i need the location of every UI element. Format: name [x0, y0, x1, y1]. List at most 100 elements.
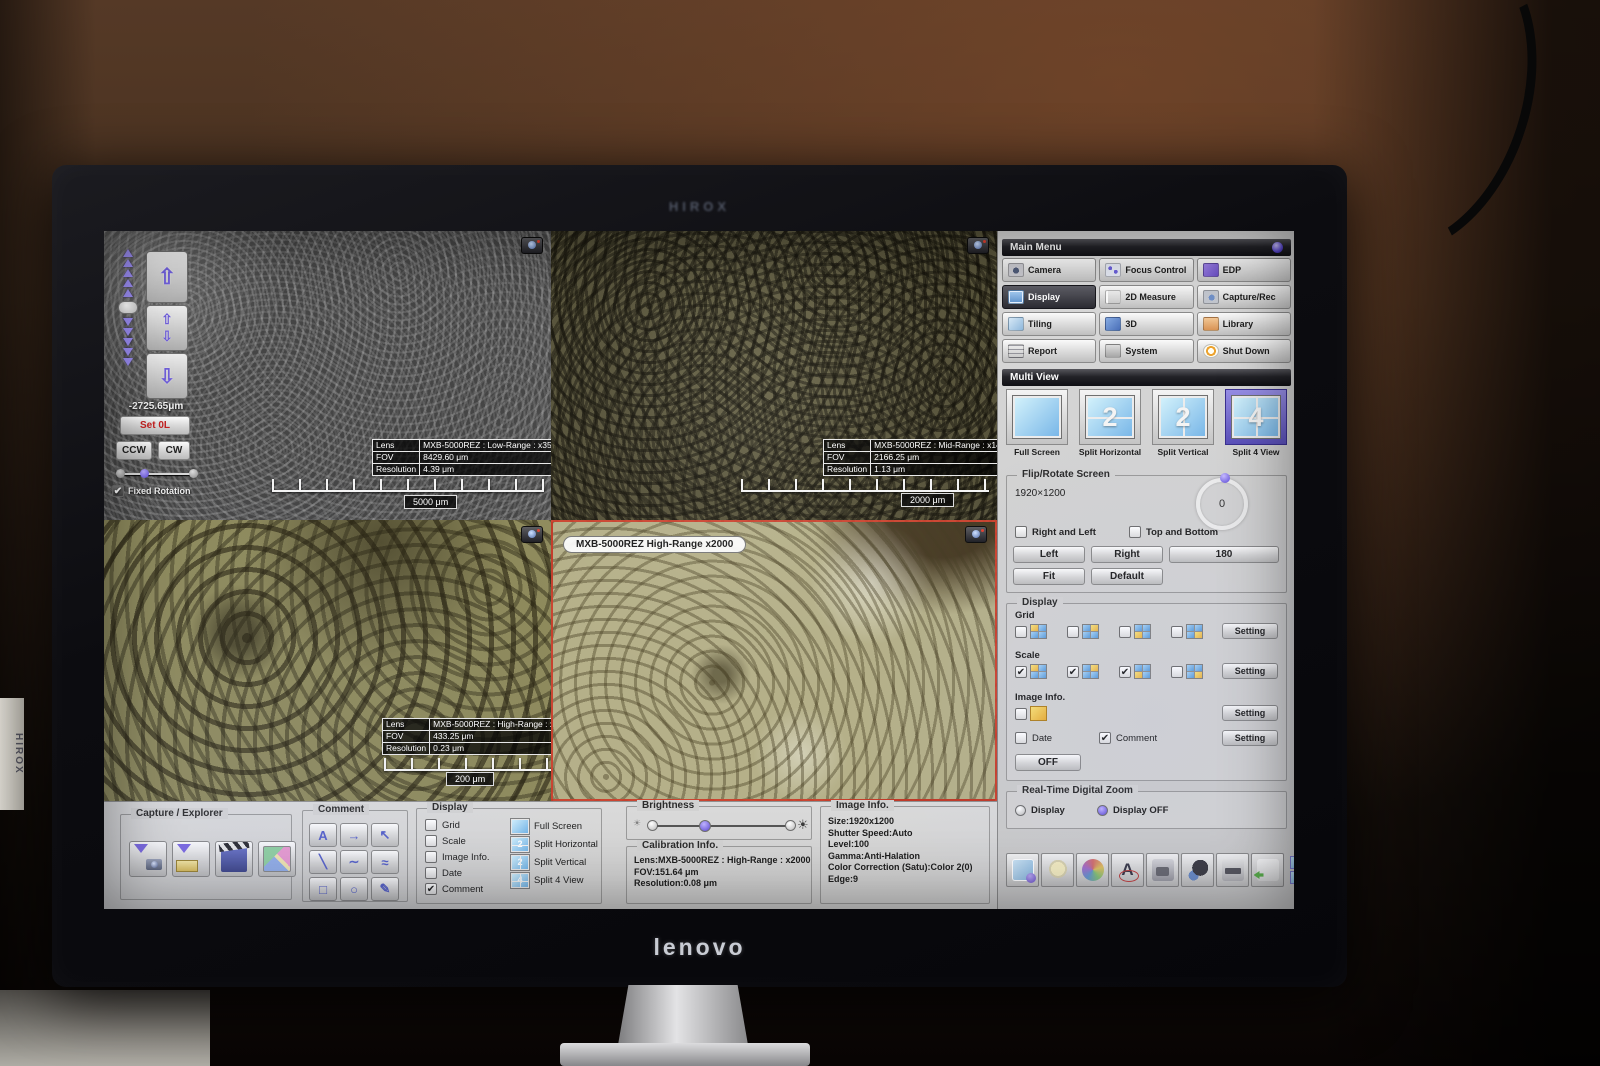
date-checkbox[interactable] [425, 867, 437, 879]
comment-text-button[interactable]: A [309, 823, 337, 847]
comment-freehand-button[interactable]: ∼ [340, 850, 368, 874]
comment-pointer-button[interactable]: ↖ [371, 823, 399, 847]
grid-checkbox-1[interactable] [1015, 626, 1027, 638]
default-button[interactable]: Default [1091, 568, 1163, 585]
comment-rectangle-button[interactable]: □ [309, 877, 337, 901]
brightness-track[interactable] [657, 825, 787, 827]
comment-checkbox[interactable]: ✔ [425, 883, 437, 895]
capture-image-button[interactable] [129, 841, 167, 877]
view-split-4[interactable]: 4Split 4 View [511, 873, 583, 888]
image-explorer-button[interactable] [258, 841, 296, 877]
set-zero-button[interactable]: Set 0L [120, 416, 190, 435]
menu-camera-button[interactable]: Camera [1002, 258, 1096, 282]
record-movie-button[interactable] [215, 841, 253, 877]
scale-setting-button[interactable]: Setting [1222, 663, 1278, 679]
menu-edp-button[interactable]: EDP [1197, 258, 1291, 282]
grid-setting-button[interactable]: Setting [1222, 623, 1278, 639]
menu-3d-button[interactable]: 3D [1099, 312, 1193, 336]
stage-down-button[interactable]: ⇩ [146, 353, 188, 399]
grid-checkbox-4[interactable] [1171, 626, 1183, 638]
display-radio[interactable] [1015, 805, 1026, 816]
comment-arrow-button[interactable]: → [340, 823, 368, 847]
menu-tiling-button[interactable]: Tiling [1002, 312, 1096, 336]
capture-camera-icon[interactable] [521, 237, 543, 254]
rotate-ccw-button[interactable]: CCW [116, 441, 152, 460]
color-palette-button[interactable] [1076, 853, 1109, 887]
fixed-rotation-option[interactable]: ✔ Fixed Rotation [112, 485, 191, 497]
flip-top-bottom-option[interactable]: Top and Bottom [1129, 526, 1218, 538]
illumination-button[interactable] [1041, 853, 1074, 887]
menu-focus-control-button[interactable]: Focus Control [1099, 258, 1193, 282]
grid-checkbox-3[interactable] [1119, 626, 1131, 638]
image-info-checkbox[interactable] [1015, 708, 1027, 720]
menu-shutdown-button[interactable]: Shut Down [1197, 339, 1291, 363]
comment-wave-button[interactable]: ≈ [371, 850, 399, 874]
image-info-checkbox[interactable] [425, 851, 437, 863]
mode-split-4-view[interactable]: 4 Split 4 View [1222, 389, 1290, 457]
scale-option[interactable]: Scale [425, 835, 466, 847]
capture-button[interactable] [1146, 853, 1179, 887]
image-info-option[interactable]: Image Info. [425, 851, 490, 863]
mode-split-horizontal[interactable]: 2 Split Horizontal [1076, 389, 1144, 457]
date-checkbox[interactable] [1015, 732, 1027, 744]
digital-zoom-display-option[interactable]: Display [1015, 805, 1065, 816]
grid-option[interactable]: Grid [425, 819, 460, 831]
date-option[interactable]: Date [1015, 732, 1052, 744]
fit-button[interactable]: Fit [1013, 568, 1085, 585]
fixed-rotation-checkbox[interactable]: ✔ [112, 485, 124, 497]
window-layout-button[interactable] [1006, 853, 1039, 887]
scale-checkbox-2[interactable]: ✔ [1067, 666, 1079, 678]
capture-with-note-button[interactable] [172, 841, 210, 877]
rotate-right-button[interactable]: Right [1091, 546, 1163, 563]
comment-line-button[interactable]: ╲ [309, 850, 337, 874]
display-off-radio[interactable] [1097, 805, 1108, 816]
menu-capture-rec-button[interactable]: Capture/Rec [1197, 285, 1291, 309]
slider-thumb[interactable] [140, 469, 149, 478]
rotation-dial[interactable]: 0 [1196, 478, 1248, 530]
export-document-button[interactable] [1251, 853, 1284, 887]
view-split-vertical[interactable]: 2Split Vertical [511, 855, 586, 870]
scale-checkbox-1[interactable]: ✔ [1015, 666, 1027, 678]
comment-stamp-button[interactable]: ✎ [371, 877, 399, 901]
capture-camera-icon[interactable] [521, 526, 543, 543]
rotate-cw-button[interactable]: CW [158, 441, 190, 460]
grid-checkbox-2[interactable] [1067, 626, 1079, 638]
grid-checkbox[interactable] [425, 819, 437, 831]
flip-right-left-option[interactable]: Right and Left [1015, 526, 1096, 538]
rotation-slider[interactable] [114, 469, 200, 479]
mode-full-screen[interactable]: Full Screen [1003, 389, 1071, 457]
menu-report-button[interactable]: Report [1002, 339, 1096, 363]
scale-checkbox-4[interactable] [1171, 666, 1183, 678]
display-off-button[interactable]: OFF [1015, 754, 1081, 771]
menu-display-button[interactable]: Display [1002, 285, 1096, 309]
image-info-setting-button[interactable]: Setting [1222, 705, 1278, 721]
rotate-left-button[interactable]: Left [1013, 546, 1085, 563]
comment-circle-button[interactable]: ○ [340, 877, 368, 901]
mode-split-vertical[interactable]: 2 Split Vertical [1149, 389, 1217, 457]
date-comment-setting-button[interactable]: Setting [1222, 730, 1278, 746]
layout-mini-grid[interactable] [1290, 856, 1294, 884]
jog-slider-knob[interactable] [118, 301, 138, 314]
view-full-screen[interactable]: Full Screen [511, 819, 582, 834]
top-bottom-checkbox[interactable] [1129, 526, 1141, 538]
menu-system-button[interactable]: System [1099, 339, 1193, 363]
scale-checkbox-3[interactable]: ✔ [1119, 666, 1131, 678]
view-split-horizontal[interactable]: 2Split Horizontal [511, 837, 598, 852]
comment-option[interactable]: ✔ Comment [1099, 732, 1157, 744]
capture-camera-icon[interactable] [967, 237, 989, 254]
menu-2d-measure-button[interactable]: 2D Measure [1099, 285, 1193, 309]
brightness-thumb[interactable] [699, 820, 711, 832]
viewport-mid-range[interactable]: Lens MXB-5000REZ : Mid-Range : x140 FOV … [551, 231, 997, 520]
comment-checkbox[interactable]: ✔ [1099, 732, 1111, 744]
digital-zoom-display-off-option[interactable]: Display OFF [1097, 805, 1168, 816]
date-option[interactable]: Date [425, 867, 462, 879]
menu-library-button[interactable]: Library [1197, 312, 1291, 336]
comment-option[interactable]: ✔Comment [425, 883, 483, 895]
help-orb-icon[interactable] [1272, 242, 1283, 253]
viewport-high-range-2000-selected[interactable]: MXB-5000REZ High-Range x2000 [551, 520, 997, 801]
viewport-high-range-700[interactable]: Lens MXB-5000REZ : High-Range : x700 FOV… [104, 520, 551, 801]
scale-checkbox[interactable] [425, 835, 437, 847]
rotate-180-button[interactable]: 180 [1169, 546, 1279, 563]
print-button[interactable] [1216, 853, 1249, 887]
stage-step-button[interactable]: ⇧ ⇩ [146, 305, 188, 351]
